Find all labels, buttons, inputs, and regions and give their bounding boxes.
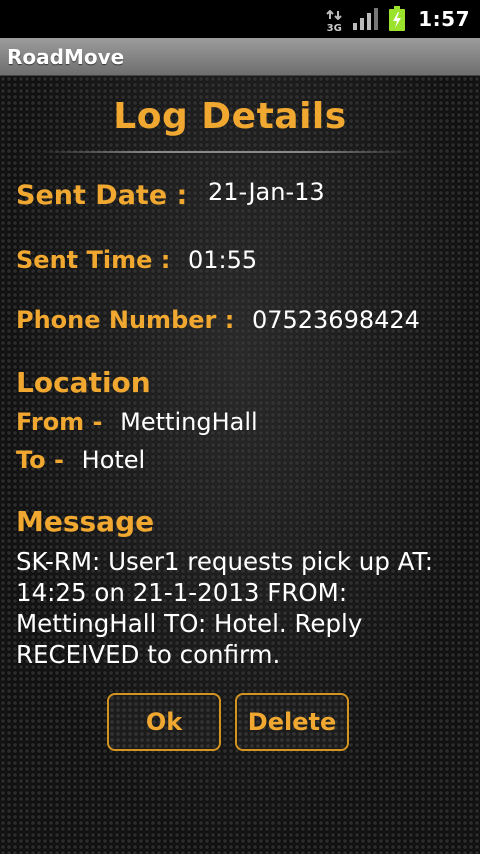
app-title-bar: RoadMove <box>0 38 480 76</box>
sent-time-row: Sent Time : 01:55 <box>16 246 257 274</box>
message-body: SK-RM: User1 requests pick up AT: 14:25 … <box>16 547 434 669</box>
log-details-screen: Log Details Sent Date : 21-Jan-13 Sent T… <box>0 76 480 854</box>
location-heading: Location <box>16 366 151 399</box>
network-type-label: 3G <box>326 22 342 34</box>
to-value: Hotel <box>81 446 146 474</box>
app-title: RoadMove <box>7 44 125 69</box>
sent-time-label: Sent Time : <box>16 246 171 274</box>
delete-button[interactable]: Delete <box>235 693 349 751</box>
sent-date-label: Sent Date : <box>16 180 188 211</box>
sent-date-row: Sent Date : 21-Jan-13 <box>16 178 325 211</box>
to-label: To - <box>16 446 64 474</box>
status-bar: 3G 1:57 <box>0 0 480 38</box>
sent-time-value: 01:55 <box>187 246 258 274</box>
page-title: Log Details <box>113 96 347 137</box>
phone-label: Phone Number : <box>16 306 235 334</box>
phone-row: Phone Number : 07523698424 <box>16 306 420 334</box>
from-row: From - MettingHall <box>16 408 258 436</box>
title-divider <box>40 151 415 153</box>
3g-data-icon: 3G <box>326 5 342 34</box>
phone-value: 07523698424 <box>251 306 420 334</box>
clock: 1:57 <box>418 7 470 31</box>
battery-charging-icon <box>388 6 406 32</box>
sent-date-value: 21-Jan-13 <box>207 178 325 206</box>
from-label: From - <box>16 408 103 436</box>
message-heading: Message <box>16 505 155 538</box>
to-row: To - Hotel <box>16 446 145 474</box>
signal-icon <box>352 7 379 31</box>
ok-button[interactable]: Ok <box>107 693 221 751</box>
from-value: MettingHall <box>120 408 258 436</box>
